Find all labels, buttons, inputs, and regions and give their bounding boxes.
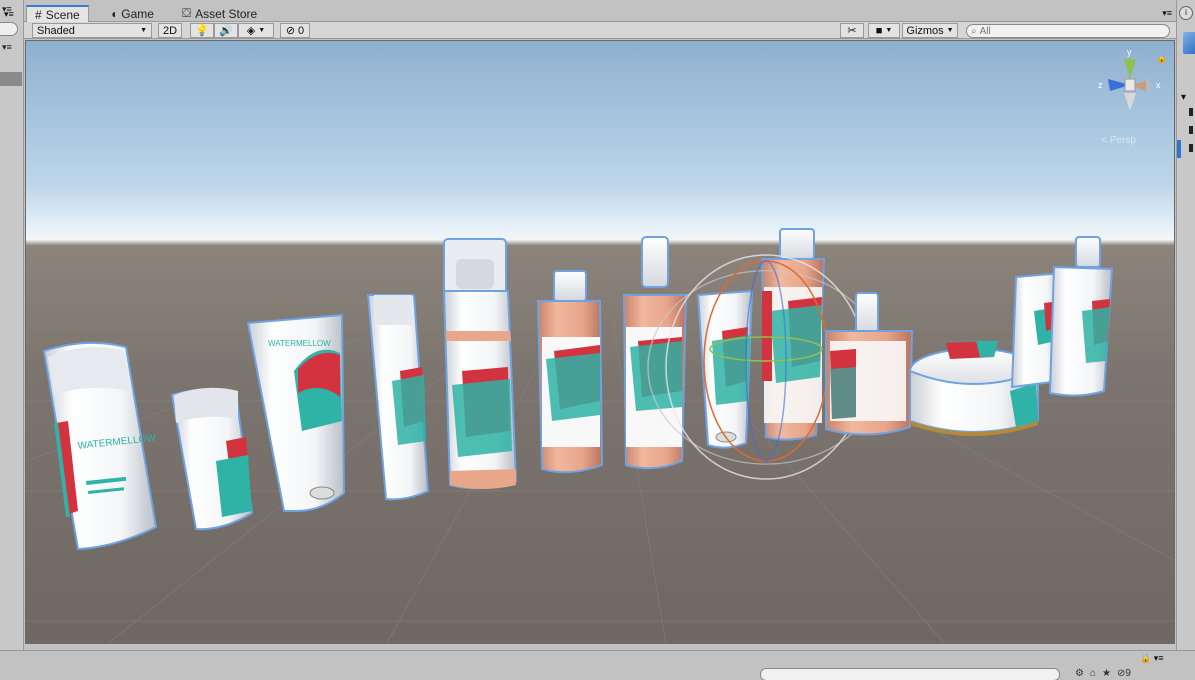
product-cream-tube[interactable]: WATERMELLOW xyxy=(246,313,346,512)
product-small-bottle[interactable] xyxy=(170,387,254,531)
eye-slash-icon: ⊘ xyxy=(285,25,296,37)
product-selected-bottle[interactable] xyxy=(760,228,826,441)
filter-type-icon[interactable]: ⚙ xyxy=(1075,668,1084,679)
tools-icon: ✂ xyxy=(847,25,857,37)
scene-search-input[interactable]: ⌕ All xyxy=(966,24,1170,38)
inspector-mark xyxy=(1189,108,1193,116)
gizmos-label: Gizmos xyxy=(906,24,944,37)
shading-mode-value: Shaded xyxy=(37,24,75,37)
shading-mode-dropdown[interactable]: Shaded ▼ xyxy=(32,23,152,38)
inspector-mark xyxy=(1189,144,1193,152)
projection-label: Persp xyxy=(1109,135,1136,146)
lock-icon[interactable]: 🔒 xyxy=(1156,53,1167,64)
svg-text:WATERMELLOW: WATERMELLOW xyxy=(268,339,331,348)
product-gel-bottle[interactable] xyxy=(825,292,914,436)
caret-down-icon: ▼ xyxy=(946,27,954,34)
grid-icon: # xyxy=(35,7,42,22)
bag-icon: ⛋ xyxy=(182,6,192,20)
caret-down-icon: ▼ xyxy=(258,27,266,34)
product-serum-bottle[interactable]: WATERMELLOW xyxy=(42,341,158,551)
product-small-tube[interactable] xyxy=(696,289,754,449)
star-icon[interactable]: ★ xyxy=(1102,668,1111,679)
scene-visibility-button[interactable]: ⊘ 0 xyxy=(280,23,310,38)
layers-icon: ◈ xyxy=(246,25,256,37)
gizmo-z-label: z xyxy=(1098,80,1103,90)
selection-indicator xyxy=(1177,140,1181,158)
hierarchy-selected-row[interactable] xyxy=(0,72,22,86)
tab-label: Scene xyxy=(45,7,80,22)
inspector-mark xyxy=(1189,126,1193,134)
chevron-down-icon[interactable]: ▾ xyxy=(1181,92,1186,103)
tab-asset-store[interactable]: ⛋ Asset Store xyxy=(174,5,265,22)
scene-render: WATERMELLOW WATERMELLOW xyxy=(26,228,1174,643)
tools-button[interactable]: ✂ xyxy=(840,23,864,38)
speaker-icon: 🔊 xyxy=(219,25,233,37)
effects-dropdown-button[interactable]: ◈ ▼ xyxy=(238,23,274,38)
project-panel-header: 🔒 ▾≡ ⚙ ⌂ ★ ⊘ 9 xyxy=(0,650,1195,680)
scene-viewport[interactable]: WATERMELLOW WATERMELLOW y x z 🔒 < Persp xyxy=(25,40,1175,644)
tab-game[interactable]: ◖ Game xyxy=(102,5,162,22)
toggle-2d-button[interactable]: 2D xyxy=(158,23,182,38)
hidden-count: 0 xyxy=(298,24,305,37)
gizmo-x-label: x xyxy=(1156,80,1161,90)
panel-menu-icon[interactable]: ▾≡ xyxy=(4,9,14,20)
chevron-left-icon: < xyxy=(1101,135,1107,146)
search-placeholder: All xyxy=(979,25,991,37)
gizmo-y-axis[interactable] xyxy=(1124,59,1136,79)
scene-toolbar: Shaded ▼ 2D 💡 🔊 ◈▼ ⊘ 0 ✂ ■▼ Gizmos▼ ⌕ xyxy=(24,22,1176,39)
info-icon[interactable]: i xyxy=(1179,6,1193,20)
tab-scene[interactable]: # Scene xyxy=(26,5,89,22)
hierarchy-search-input[interactable] xyxy=(0,22,18,36)
product-back-bottles[interactable] xyxy=(1010,236,1114,397)
pacman-icon: ◖ xyxy=(110,6,118,21)
search-icon: ⌕ xyxy=(971,25,977,37)
tab-label: Game xyxy=(121,6,154,21)
unity-editor: ▾≡ ▾≡ i ▾ ▾≡ # Scene ◖ Game ⛋ Asset Stor… xyxy=(0,0,1195,680)
cube-icon xyxy=(1183,32,1195,54)
camera-settings-button[interactable]: ■ ▼ xyxy=(868,23,900,38)
inspector-panel-edge: i ▾ xyxy=(1176,0,1195,650)
product-toner-spray[interactable] xyxy=(622,236,688,470)
product-foam-bottle[interactable] xyxy=(442,238,518,490)
toggle-2d-label: 2D xyxy=(162,24,178,37)
audio-toggle-button[interactable]: 🔊 xyxy=(214,23,238,38)
tab-label: Asset Store xyxy=(195,6,258,21)
project-search-input[interactable] xyxy=(760,668,1060,680)
product-micellar-bottle[interactable] xyxy=(536,270,604,474)
lightbulb-icon: 💡 xyxy=(195,25,209,37)
gizmo-y-label: y xyxy=(1127,47,1132,57)
caret-down-icon: ▼ xyxy=(885,27,893,34)
product-slim-bottle[interactable] xyxy=(366,294,430,501)
caret-down-icon: ▼ xyxy=(140,27,147,34)
camera-icon: ■ xyxy=(875,24,883,37)
scene-tab-bar: # Scene ◖ Game ⛋ Asset Store ▾≡ xyxy=(24,5,1176,22)
gizmos-dropdown[interactable]: Gizmos ▼ xyxy=(902,23,958,38)
panel-menu-icon[interactable]: ▾≡ xyxy=(1162,8,1172,19)
lighting-toggle-button[interactable]: 💡 xyxy=(190,23,214,38)
hidden-objects-count: 9 xyxy=(1125,668,1131,679)
panel-menu-icon[interactable]: ▾≡ xyxy=(2,42,12,53)
label-icon[interactable]: ⌂ xyxy=(1090,668,1096,679)
eye-slash-icon[interactable]: ⊘ 9 xyxy=(1117,668,1131,679)
panel-menu-icon[interactable]: 🔒 ▾≡ xyxy=(1140,653,1163,664)
hierarchy-panel-edge: ▾≡ ▾≡ xyxy=(0,0,24,650)
projection-toggle[interactable]: < Persp xyxy=(1101,135,1136,146)
